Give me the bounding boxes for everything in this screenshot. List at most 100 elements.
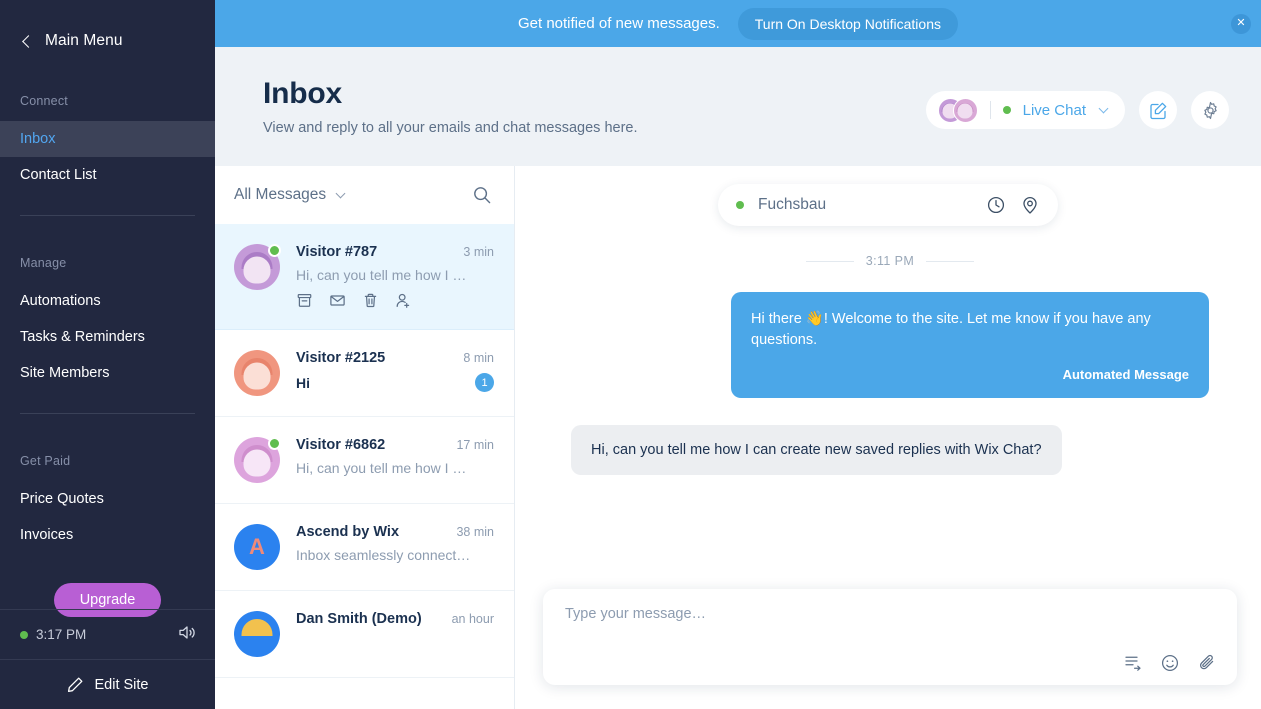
availability-status: 3:17 PM	[20, 627, 86, 642]
divider	[989, 101, 991, 119]
sidebar-item-label: Contact List	[20, 167, 97, 183]
list-item-body: Dan Smith (Demo) an hour	[296, 611, 494, 657]
list-item[interactable]: Dan Smith (Demo) an hour	[215, 591, 514, 678]
list-item-body: Visitor #787 3 min Hi, can you tell me h…	[296, 244, 494, 309]
sidebar-divider	[20, 215, 195, 216]
availability-status-row[interactable]: 3:17 PM	[0, 609, 215, 659]
contact-name: Visitor #2125	[296, 350, 386, 366]
online-dot-icon	[736, 201, 744, 209]
main-area: Get notified of new messages. Turn On De…	[215, 0, 1261, 709]
settings-button[interactable]	[1191, 91, 1229, 129]
gear-icon	[1201, 101, 1220, 120]
add-contact-icon[interactable]	[395, 292, 412, 309]
avatar: A	[234, 524, 280, 570]
avatar-face	[957, 103, 973, 119]
sidebar-item-tasks-reminders[interactable]: Tasks & Reminders	[0, 319, 215, 355]
sidebar-item-label: Automations	[20, 293, 101, 309]
message-bubble-outgoing: Hi there 👋! Welcome to the site. Let me …	[731, 292, 1209, 398]
message-thread: 3:11 PM Hi there 👋! Welcome to the site.…	[515, 226, 1261, 589]
online-badge-icon	[268, 244, 281, 257]
avatar-face	[243, 256, 271, 284]
avatar	[234, 350, 280, 396]
contact-name: Dan Smith (Demo)	[296, 611, 422, 627]
timestamp: 17 min	[456, 438, 494, 452]
archive-icon[interactable]	[296, 292, 313, 309]
page-header-text: Inbox View and reply to all your emails …	[263, 77, 638, 136]
contact-name: Ascend by Wix	[296, 524, 400, 540]
turn-on-desktop-notifications-button[interactable]: Turn On Desktop Notifications	[737, 7, 958, 40]
edit-site-label: Edit Site	[94, 676, 149, 693]
time-separator: 3:11 PM	[571, 254, 1209, 268]
sidebar-item-label: Site Members	[20, 365, 110, 381]
page-subtitle: View and reply to all your emails and ch…	[263, 120, 638, 136]
mail-icon[interactable]	[329, 292, 346, 309]
timestamp: 38 min	[456, 525, 494, 539]
sidebar-item-invoices[interactable]: Invoices	[0, 517, 215, 553]
message-text: Hi there 👋! Welcome to the site. Let me …	[751, 311, 1151, 348]
list-item-body: Ascend by Wix 38 min Inbox seamlessly co…	[296, 524, 494, 570]
app-root: Main Menu Connect Inbox Contact List Man…	[0, 0, 1261, 709]
edit-site-button[interactable]: Edit Site	[0, 659, 215, 709]
online-badge-icon	[268, 437, 281, 450]
sidebar-item-label: Invoices	[20, 527, 74, 543]
list-item-body: Visitor #2125 8 min Hi 1	[296, 350, 494, 396]
avatar-initial: A	[249, 534, 265, 559]
unread-count-badge: 1	[475, 373, 494, 392]
avatar-group	[937, 97, 978, 123]
message-bubble-incoming: Hi, can you tell me how I can create new…	[571, 424, 1062, 475]
sidebar-item-automations[interactable]: Automations	[0, 283, 215, 319]
compose-icon	[1149, 101, 1168, 120]
contact-name: Visitor #787	[296, 244, 378, 260]
list-item-header: Visitor #6862 17 min	[296, 437, 494, 453]
list-item-header: Visitor #787 3 min	[296, 244, 494, 260]
message-preview: Inbox seamlessly connect…	[296, 547, 471, 563]
list-item[interactable]: Visitor #787 3 min Hi, can you tell me h…	[215, 224, 514, 330]
attachment-icon[interactable]	[1197, 653, 1217, 673]
chevron-left-icon	[22, 34, 35, 48]
live-chat-status-selector[interactable]: Live Chat	[925, 91, 1125, 129]
clock-icon[interactable]	[986, 195, 1006, 215]
location-pin-icon[interactable]	[1020, 195, 1040, 215]
sidebar: Main Menu Connect Inbox Contact List Man…	[0, 0, 215, 709]
search-icon[interactable]	[472, 185, 492, 205]
online-dot-icon	[20, 630, 28, 639]
message-composer[interactable]	[543, 589, 1237, 685]
avatar-face	[243, 362, 271, 390]
sidebar-item-site-members[interactable]: Site Members	[0, 355, 215, 391]
list-item[interactable]: Visitor #2125 8 min Hi 1	[215, 330, 514, 417]
speaker-icon[interactable]	[178, 624, 197, 646]
list-item[interactable]: A Ascend by Wix 38 min Inbox seamlessly …	[215, 504, 514, 591]
incoming-message-row: Hi, can you tell me how I can create new…	[571, 398, 1209, 475]
conversation-list-header: All Messages	[215, 166, 514, 224]
sidebar-section-label-get-paid: Get Paid	[20, 454, 71, 468]
list-item[interactable]: Visitor #6862 17 min Hi, can you tell me…	[215, 417, 514, 504]
main-menu-button[interactable]: Main Menu	[0, 28, 215, 54]
compose-button[interactable]	[1139, 91, 1177, 129]
emoji-icon[interactable]	[1160, 653, 1180, 673]
list-item-actions	[296, 292, 494, 309]
sidebar-item-inbox[interactable]: Inbox	[0, 121, 215, 157]
automated-message-label: Automated Message	[1062, 367, 1189, 383]
sidebar-section-label-manage: Manage	[20, 256, 67, 270]
header-actions: Live Chat	[925, 91, 1229, 129]
message-filter-dropdown[interactable]: All Messages	[234, 186, 346, 204]
list-item-preview-row: Hi, can you tell me how I …	[296, 267, 494, 283]
chevron-down-icon	[335, 188, 346, 199]
message-preview: Hi, can you tell me how I …	[296, 460, 467, 476]
list-item-preview-row: Inbox seamlessly connect…	[296, 547, 494, 563]
saved-reply-icon[interactable]	[1123, 653, 1143, 673]
sidebar-section-label-connect: Connect	[20, 94, 68, 108]
sidebar-item-label: Inbox	[20, 131, 56, 147]
list-item-header: Visitor #2125 8 min	[296, 350, 494, 366]
trash-icon[interactable]	[362, 292, 379, 309]
conversation-list: Visitor #787 3 min Hi, can you tell me h…	[215, 224, 514, 709]
message-input[interactable]	[565, 606, 1217, 622]
page-header: Inbox View and reply to all your emails …	[215, 47, 1261, 166]
timestamp: 8 min	[463, 351, 494, 365]
chat-header: Fuchsbau	[515, 166, 1261, 226]
close-icon[interactable]: ✕	[1231, 13, 1251, 34]
sidebar-item-contact-list[interactable]: Contact List	[0, 157, 215, 193]
sidebar-item-price-quotes[interactable]: Price Quotes	[0, 481, 215, 517]
online-dot-icon	[1002, 106, 1011, 114]
avatar	[234, 611, 280, 657]
